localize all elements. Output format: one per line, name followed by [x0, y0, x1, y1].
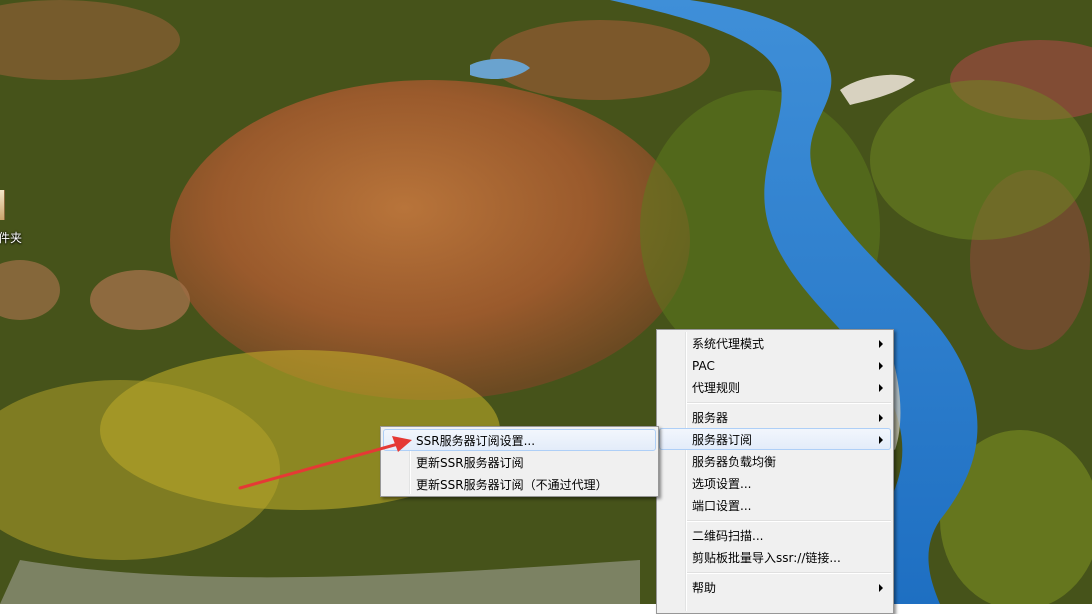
menu-item-update-ssr-subscription-no-proxy[interactable]: 更新SSR服务器订阅（不通过代理）	[383, 473, 656, 495]
menu-item-port-settings[interactable]: 端口设置...	[659, 494, 891, 516]
menu-item-help[interactable]: 帮助	[659, 576, 891, 598]
menu-item-label: 更新SSR服务器订阅	[416, 456, 524, 470]
menu-item-load-balance[interactable]: 服务器负载均衡	[659, 450, 891, 472]
menu-item-label: 选项设置...	[692, 477, 752, 491]
menu-item-proxy-rules[interactable]: 代理规则	[659, 376, 891, 398]
menu-separator	[687, 520, 891, 522]
menu-item-label: 服务器订阅	[692, 433, 753, 447]
menu-item-options[interactable]: 选项设置...	[659, 472, 891, 494]
chevron-right-icon	[879, 584, 883, 592]
menu-item-label: 端口设置...	[692, 499, 752, 513]
menu-item-label: 系统代理模式	[692, 337, 765, 351]
menu-item-label: 帮助	[692, 581, 717, 595]
chevron-right-icon	[879, 414, 883, 422]
menu-item-label: 服务器负载均衡	[692, 455, 777, 469]
desktop-icon-label[interactable]: 件夹	[0, 229, 22, 246]
menu-item-label: PAC	[692, 359, 715, 373]
menu-item-label: 二维码扫描...	[692, 529, 764, 543]
subscription-submenu: SSR服务器订阅设置... 更新SSR服务器订阅 更新SSR服务器订阅（不通过代…	[380, 426, 659, 497]
chevron-right-icon	[879, 340, 883, 348]
menu-item-system-proxy-mode[interactable]: 系统代理模式	[659, 332, 891, 354]
menu-item-label: 更新SSR服务器订阅（不通过代理）	[416, 478, 608, 492]
menu-item-ssr-subscription-settings[interactable]: SSR服务器订阅设置...	[383, 429, 656, 451]
menu-item-label: 剪贴板批量导入ssr://链接...	[692, 551, 841, 565]
menu-item-clipboard-import[interactable]: 剪贴板批量导入ssr://链接...	[659, 546, 891, 568]
folder-icon[interactable]	[0, 190, 5, 220]
chevron-right-icon	[879, 362, 883, 370]
chevron-right-icon	[879, 436, 883, 444]
menu-separator	[687, 572, 891, 574]
menu-item-label: 代理规则	[692, 381, 741, 395]
menu-item-pac[interactable]: PAC	[659, 354, 891, 376]
desktop-wallpaper	[0, 0, 1092, 604]
chevron-right-icon	[879, 384, 883, 392]
menu-item-server-subscription[interactable]: 服务器订阅	[659, 428, 891, 450]
menu-separator	[687, 402, 891, 404]
menu-item-servers[interactable]: 服务器	[659, 406, 891, 428]
tray-context-menu: 系统代理模式 PAC 代理规则 服务器 服务器订阅 服务器负载均衡 选项设置..…	[656, 329, 894, 614]
menu-item-qr-scan[interactable]: 二维码扫描...	[659, 524, 891, 546]
menu-item-label: SSR服务器订阅设置...	[416, 434, 536, 448]
menu-item-label: 服务器	[692, 411, 729, 425]
menu-item-update-ssr-subscription[interactable]: 更新SSR服务器订阅	[383, 451, 656, 473]
